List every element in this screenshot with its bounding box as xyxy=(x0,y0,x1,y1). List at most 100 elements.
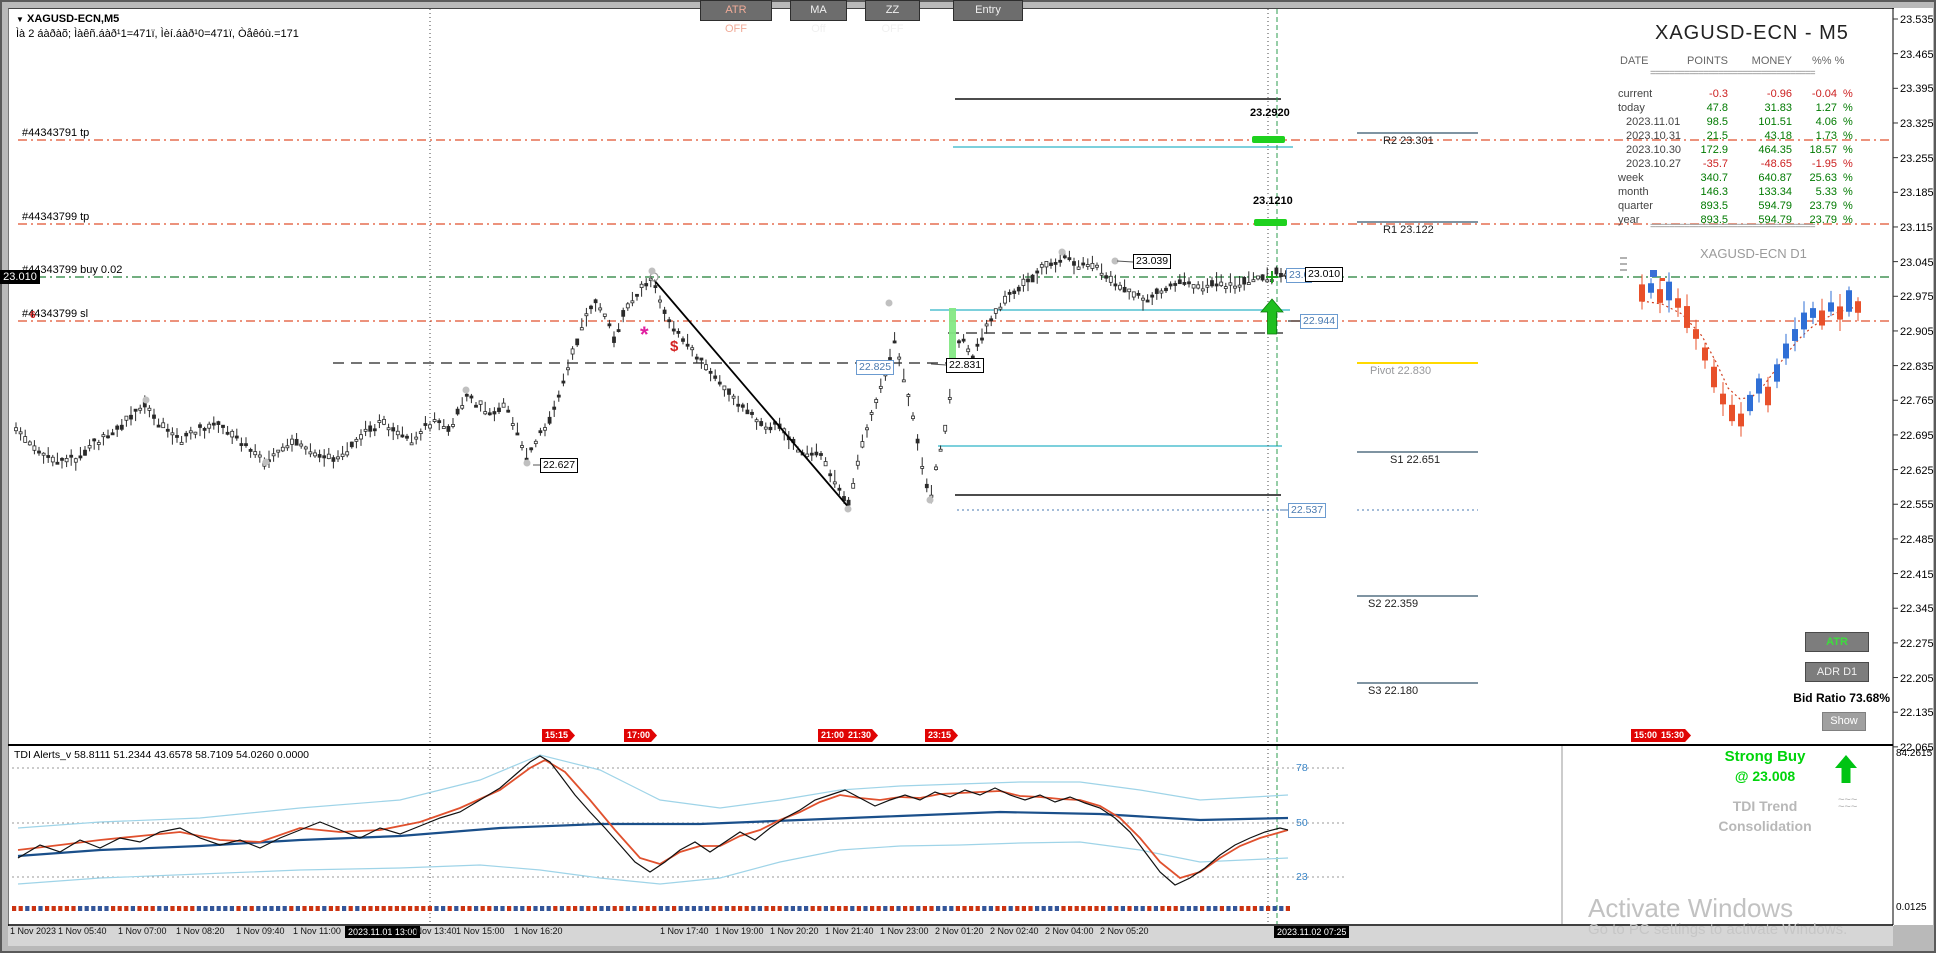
stats-money: -0.96 xyxy=(1766,88,1792,100)
stats-pct: 5.33 xyxy=(1815,186,1837,198)
stats-points: 893.5 xyxy=(1700,214,1728,226)
toolbar-button-zz-off[interactable]: ZZ OFF xyxy=(865,0,920,35)
stats-header-pct: %% % xyxy=(1812,55,1845,67)
tdi-axis-label: 0.0125 xyxy=(1896,902,1927,913)
price-axis-label: 22.415 xyxy=(1900,568,1934,581)
time-flag: 21:30 xyxy=(845,729,879,742)
stats-points: 21.5 xyxy=(1706,130,1728,142)
stats-pct-sign: % xyxy=(1843,186,1853,198)
stats-money: 640.87 xyxy=(1758,172,1792,184)
time-axis-label-highlight: 2023.11.02 07:25 xyxy=(1274,926,1350,938)
dropdown-icon[interactable]: ▼ xyxy=(16,15,24,24)
symbol-title[interactable]: ▼ XAGUSD-ECN,M5 xyxy=(16,13,119,25)
price-axis-label: 22.905 xyxy=(1900,325,1934,338)
time-axis-label: 2 Nov 02:40 xyxy=(990,926,1039,936)
time-axis-label: 1 Nov 07:00 xyxy=(118,926,167,936)
stats-pct: 1.73 xyxy=(1815,130,1837,142)
stats-money: 43.18 xyxy=(1764,130,1792,142)
price-axis-label: 23.395 xyxy=(1900,83,1934,96)
time-axis-label: 1 Nov 2023 xyxy=(10,926,57,936)
pivot-label-r1: R1 23.122 xyxy=(1383,224,1434,236)
time-axis-label: 1 Nov 16:20 xyxy=(514,926,563,936)
stats-pct: 23.79 xyxy=(1809,200,1837,212)
stats-pct: -0.04 xyxy=(1811,88,1837,100)
time-axis-label: 1 Nov 19:00 xyxy=(715,926,764,936)
price-axis-label: 23.115 xyxy=(1900,221,1933,234)
price-tag-box: 22.627 xyxy=(540,458,579,473)
price-axis-label: 22.765 xyxy=(1900,395,1934,408)
pivot-label-pivot: Pivot 22.830 xyxy=(1370,365,1432,377)
left-marker: 6 xyxy=(30,310,36,321)
order-line-label: #44343791 tp xyxy=(22,127,90,139)
stats-separator: ================================== xyxy=(1650,68,1816,79)
pivot-label-r2: R2 23.301 xyxy=(1383,135,1434,147)
time-axis-label: 1 Nov 05:40 xyxy=(58,926,107,936)
pivot-label-s3: S3 22.180 xyxy=(1368,685,1419,697)
price-axis-label: 22.625 xyxy=(1900,464,1934,477)
atr-button[interactable]: ATR xyxy=(1805,632,1869,652)
mt4-window: 1 Nov 2023 1 Nov 05:40 1 Nov 07:00 1 Nov 08… xyxy=(0,0,1936,953)
stats-row-label: today xyxy=(1618,102,1645,114)
price-axis-label: 22.135 xyxy=(1900,707,1934,720)
price-axis-label: 23.465 xyxy=(1900,48,1934,61)
stats-pct-sign: % xyxy=(1843,214,1853,226)
current-price-box: 23.010 xyxy=(0,270,40,284)
time-axis-label: 1 Nov 20:20 xyxy=(770,926,819,936)
order-line-label: #44343799 tp xyxy=(22,211,90,223)
price-tag-box: 23.039 xyxy=(1133,254,1172,269)
tdi-level-label: 50 xyxy=(1296,817,1308,829)
tdi-level-label: 78 xyxy=(1296,762,1308,774)
pivot-label-s2: S2 22.359 xyxy=(1368,598,1419,610)
price-axis-label: 23.045 xyxy=(1900,256,1934,269)
stats-pct-sign: % xyxy=(1843,116,1853,128)
stats-money: -48.65 xyxy=(1760,158,1792,170)
time-flag: 15:15 xyxy=(542,729,576,742)
stats-points: 172.9 xyxy=(1700,144,1728,156)
price-axis-label: 22.555 xyxy=(1900,499,1934,512)
stats-header-points: POINTS xyxy=(1687,55,1728,67)
tdi-axis-label: 84.2615 xyxy=(1896,748,1933,759)
time-flag: 17:00 xyxy=(624,729,658,742)
stats-money: 464.35 xyxy=(1758,144,1792,156)
stats-pct: -1.95 xyxy=(1811,158,1837,170)
stats-money: 133.34 xyxy=(1758,186,1792,198)
time-axis-label: 2 Nov 01:20 xyxy=(935,926,984,936)
stats-row-label: month xyxy=(1618,186,1649,198)
time-axis-label: 2 Nov 05:20 xyxy=(1100,926,1149,936)
price-axis-label: 23.535 xyxy=(1900,14,1934,26)
price-axis-label: 22.275 xyxy=(1900,637,1934,650)
squiggle-icon: ~~~ ~~~ xyxy=(1838,794,1858,813)
toolbar-button-ma-off[interactable]: MA Off xyxy=(790,0,847,35)
time-flag: 23:15 xyxy=(925,729,959,742)
chart-area[interactable] xyxy=(8,8,1894,926)
time-axis-label: 2 Nov 04:00 xyxy=(1045,926,1094,936)
stats-points: -0.3 xyxy=(1709,88,1728,100)
stats-title: XAGUSD-ECN - M5 xyxy=(1655,22,1849,44)
time-axis-label: 1 Nov 13:40 xyxy=(408,926,457,936)
stats-pct: 23.79 xyxy=(1809,214,1837,226)
time-flag: 15:30 xyxy=(1658,729,1692,742)
stats-money: 101.51 xyxy=(1758,116,1792,128)
stats-points: 98.5 xyxy=(1706,116,1728,128)
bid-ratio-label: Bid Ratio 73.68% xyxy=(1793,691,1890,705)
price-axis-label: 22.975 xyxy=(1900,291,1934,304)
activate-windows-subtitle: Go to PC settings to activate Windows. xyxy=(1588,921,1848,938)
show-button[interactable]: Show xyxy=(1822,712,1866,731)
price-axis-label: 23.255 xyxy=(1900,152,1934,165)
stats-pct-sign: % xyxy=(1843,88,1853,100)
price-tag-box: 22.825 xyxy=(856,360,895,375)
tdi-trend-label: TDI Trend xyxy=(1732,798,1798,814)
time-axis-label: 1 Nov 09:40 xyxy=(236,926,285,936)
signal-price: @ 23.008 xyxy=(1734,768,1796,784)
toolbar-button-entry[interactable]: Entry xyxy=(953,0,1023,21)
stats-points: 893.5 xyxy=(1700,200,1728,212)
stats-pct: 18.57 xyxy=(1809,144,1837,156)
time-axis-label: 1 Nov 08:20 xyxy=(176,926,225,936)
price-label-tp2: 23.1210 xyxy=(1253,195,1293,207)
price-axis-label: 23.185 xyxy=(1900,187,1934,200)
stats-row-label: quarter xyxy=(1618,200,1653,212)
stats-pct-sign: % xyxy=(1843,102,1853,114)
time-axis-label: 1 Nov 21:40 xyxy=(825,926,874,936)
toolbar-button-atr-off[interactable]: ATR OFF xyxy=(700,0,772,35)
adr-d1-button[interactable]: ADR D1 xyxy=(1805,662,1869,682)
